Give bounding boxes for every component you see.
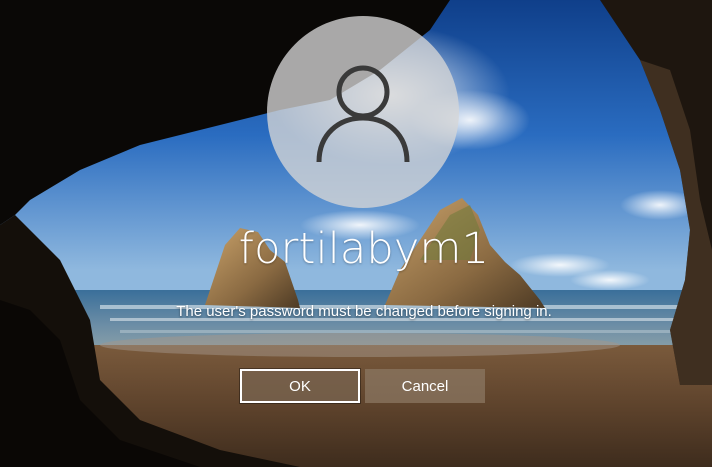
ok-button[interactable]: OK: [240, 369, 360, 403]
lock-screen: fortilabym1 The user's password must be …: [0, 0, 712, 467]
cancel-button[interactable]: Cancel: [365, 369, 485, 403]
user-avatar-icon: [316, 65, 410, 163]
user-avatar: [267, 16, 459, 208]
username-label: fortilabym1: [238, 224, 490, 274]
status-message: The user's password must be changed befo…: [176, 303, 552, 320]
